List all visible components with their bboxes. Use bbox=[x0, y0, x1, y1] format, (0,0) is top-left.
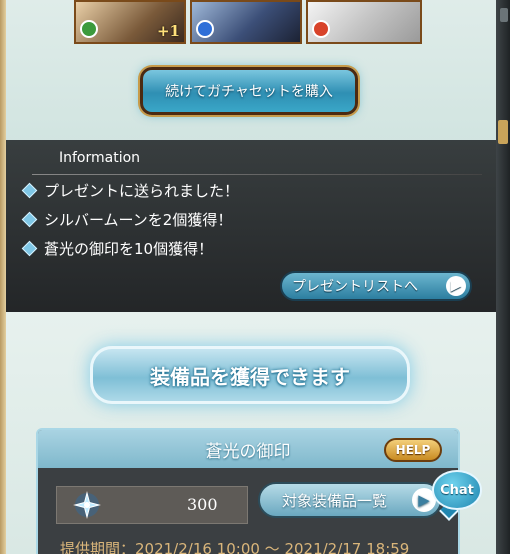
diamond-bullet-icon bbox=[21, 182, 38, 199]
seal-panel-title: 蒼光の御印 bbox=[205, 441, 291, 462]
character-card[interactable]: +1 bbox=[74, 0, 186, 44]
chat-button[interactable]: Chat bbox=[432, 470, 482, 521]
help-label: HELP bbox=[395, 443, 431, 457]
divider bbox=[32, 174, 482, 175]
present-list-button[interactable]: プレゼントリストへ ▶ bbox=[280, 271, 472, 301]
diamond-bullet-icon bbox=[21, 211, 38, 228]
water-icon bbox=[196, 20, 214, 38]
buy-gacha-set-button[interactable]: 続けてガチャセットを購入 bbox=[140, 67, 358, 115]
seal-count-box: 300 bbox=[56, 486, 248, 524]
provision-period: 提供期間：2021/2/16 10:00 〜 2021/2/17 18:59 bbox=[60, 540, 410, 554]
main-frame: +1 続けてガチャセットを購入 Information プレゼントに送られました… bbox=[0, 0, 496, 554]
wind-icon bbox=[80, 20, 98, 38]
right-side-bar bbox=[496, 0, 510, 554]
info-item: シルバームーンを2個獲得！ bbox=[21, 209, 233, 230]
equip-obtain-text: 装備品を獲得できます bbox=[150, 364, 350, 389]
help-button[interactable]: HELP bbox=[384, 438, 442, 462]
seal-count-value: 300 bbox=[187, 495, 218, 514]
buy-gacha-set-label: 続けてガチャセットを購入 bbox=[165, 84, 333, 100]
info-item: 蒼光の御印を10個獲得！ bbox=[21, 238, 214, 259]
info-item-text: 蒼光の御印を10個獲得！ bbox=[44, 240, 214, 258]
chat-label: Chat bbox=[440, 482, 474, 498]
info-item-text: シルバームーンを2個獲得！ bbox=[44, 211, 233, 229]
information-title: Information bbox=[59, 150, 141, 166]
fire-icon bbox=[312, 20, 330, 38]
equip-obtain-banner: 装備品を獲得できます bbox=[90, 346, 410, 404]
diamond-bullet-icon bbox=[21, 240, 38, 257]
info-item: プレゼントに送られました！ bbox=[21, 180, 240, 201]
seal-star-icon bbox=[73, 491, 101, 519]
scroll-handle[interactable] bbox=[500, 8, 508, 22]
summon-card-water[interactable] bbox=[190, 0, 302, 44]
equipment-section: 装備品を獲得できます 蒼光の御印 HELP 300 対象装備品一覧 ▶ 提供期間… bbox=[6, 312, 496, 554]
side-menu-tab[interactable] bbox=[498, 120, 508, 144]
plus-badge: +1 bbox=[156, 22, 180, 40]
card-row: +1 bbox=[74, 0, 422, 44]
chat-bubble-icon: Chat bbox=[432, 470, 482, 510]
target-equipment-list-label: 対象装備品一覧 bbox=[282, 491, 388, 510]
weapon-card-fire[interactable] bbox=[306, 0, 422, 44]
information-panel: Information プレゼントに送られました！ シルバームーンを2個獲得！ … bbox=[6, 140, 496, 312]
seal-panel: 蒼光の御印 HELP 300 対象装備品一覧 ▶ 提供期間：2021/2/16 … bbox=[36, 428, 460, 554]
arrow-right-icon: ▶ bbox=[446, 276, 466, 296]
present-list-label: プレゼントリストへ bbox=[292, 279, 418, 295]
target-equipment-list-button[interactable]: 対象装備品一覧 ▶ bbox=[258, 482, 442, 518]
info-item-text: プレゼントに送られました！ bbox=[44, 182, 240, 200]
game-screen: +1 続けてガチャセットを購入 Information プレゼントに送られました… bbox=[0, 0, 510, 554]
